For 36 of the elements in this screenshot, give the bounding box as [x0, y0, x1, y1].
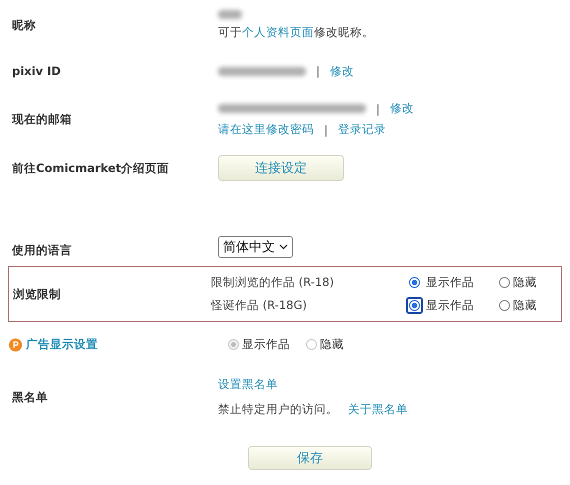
field-label: 使用的语言 [10, 243, 73, 258]
radio-button[interactable] [499, 277, 510, 288]
about-blacklist-link[interactable]: 关于黑名单 [348, 402, 408, 417]
blacklist-note: 禁止特定用户的访问。 [218, 402, 338, 417]
field-label: 前往Comicmarket介绍页面 [11, 160, 170, 176]
separator: | [376, 102, 380, 116]
radio-button[interactable] [409, 277, 420, 288]
field-label: 现在的邮箱 [10, 112, 73, 126]
chevron-icon [279, 244, 288, 250]
premium-icon [8, 336, 23, 352]
language-select[interactable]: 简体中文 [218, 236, 293, 258]
profile-link[interactable]: 个人资料页面 [242, 25, 314, 39]
ad-settings-label: 广告显示设置 [26, 336, 98, 352]
rating-label: 怪诞作品 (R-18G) [211, 298, 308, 313]
separator: | [316, 64, 320, 78]
field-label: 昵称 [11, 18, 37, 32]
rating-label: 限制浏览的作品 (R-18) [211, 275, 335, 290]
edit-link[interactable]: 修改 [390, 101, 414, 116]
radio-button[interactable] [499, 300, 510, 311]
separator: | [324, 122, 328, 136]
field-label: 浏览限制 [12, 286, 62, 302]
save-button[interactable]: 保存 [248, 446, 372, 470]
radio-button[interactable] [409, 300, 420, 311]
field-label: 黑名单 [11, 390, 49, 404]
edit-link[interactable]: 修改 [330, 64, 354, 78]
change-password-link[interactable]: 请在这里修改密码 [218, 122, 314, 137]
login-history-link[interactable]: 登录记录 [338, 122, 386, 137]
radio-option[interactable]: 隐藏 [499, 298, 559, 313]
radio-option[interactable]: 隐藏 [499, 275, 559, 290]
nickname-hint: 可于个人资料页面修改昵称。 [218, 25, 375, 40]
radio-option[interactable]: 显示作品 [409, 275, 499, 290]
radio-option[interactable]: 显示作品 [409, 298, 499, 313]
blacklist-settings-link[interactable]: 设置黑名单 [218, 377, 562, 392]
redacted-value [218, 10, 242, 19]
field-label: pixiv ID [11, 64, 62, 78]
link-settings-button[interactable]: 连接设定 [218, 155, 344, 181]
